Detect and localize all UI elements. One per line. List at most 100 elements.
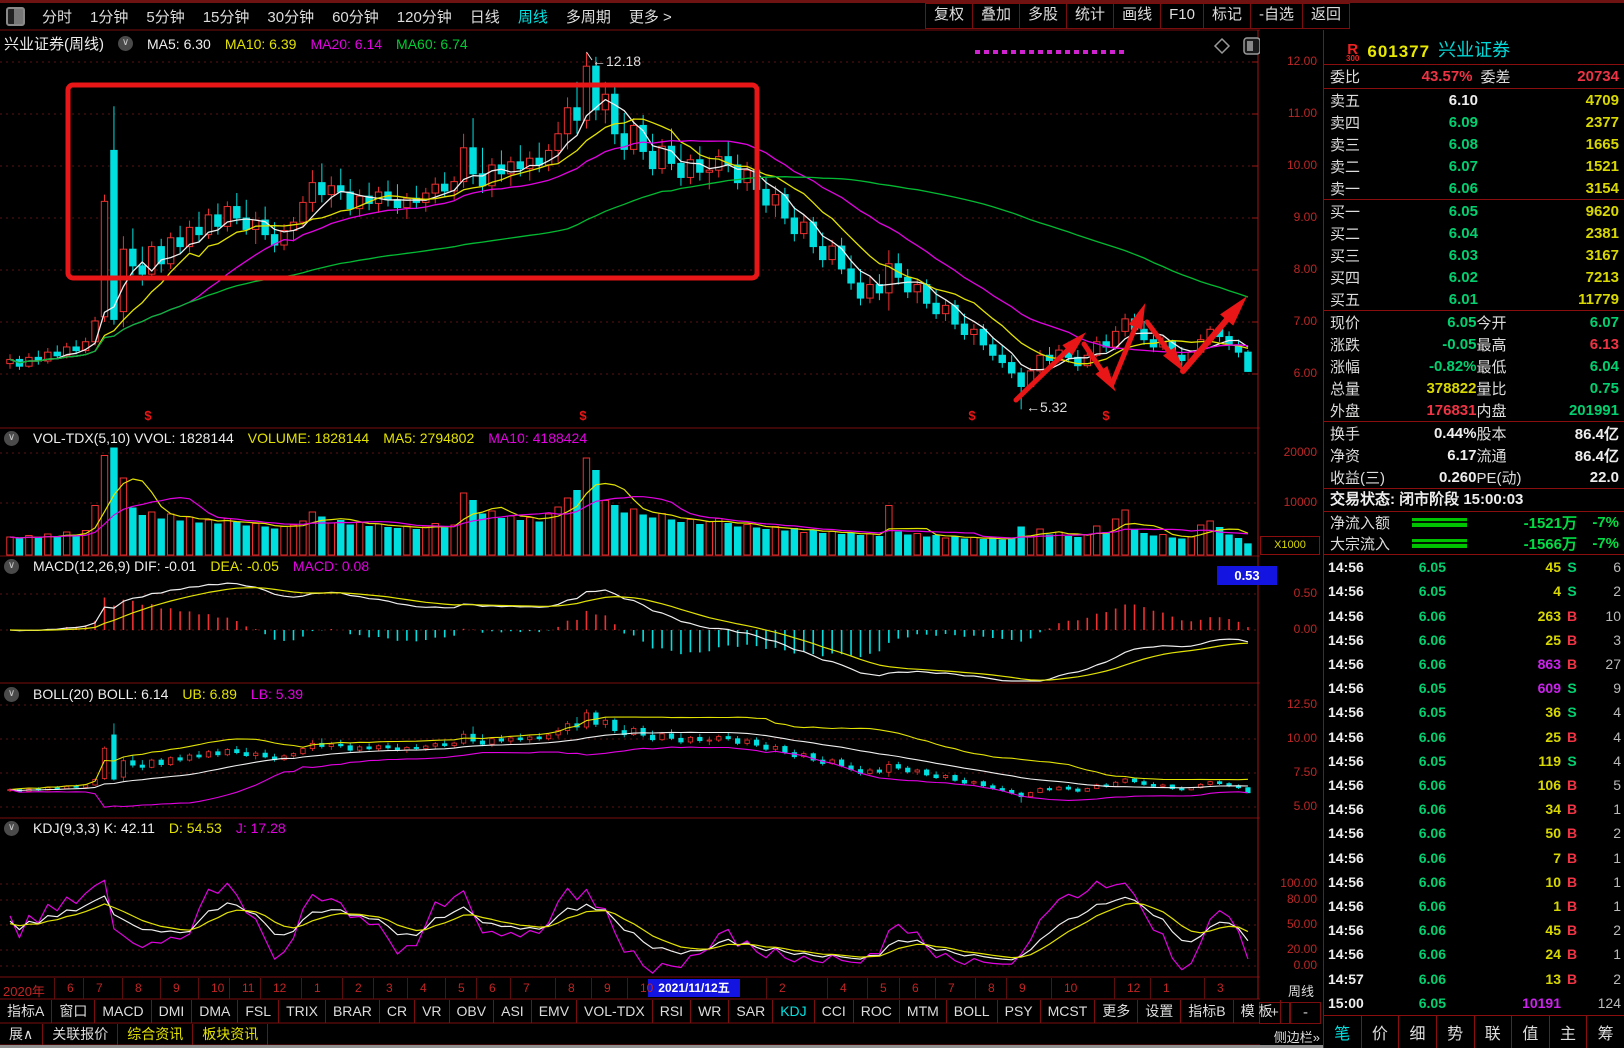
indicator-tab[interactable]: EMV bbox=[532, 1000, 578, 1023]
flow-value: -1521万 bbox=[1523, 515, 1577, 532]
tick-volume: 34 bbox=[1545, 801, 1561, 818]
order-volume: 1521 bbox=[1585, 157, 1619, 175]
stat-row: 收益(三) 0.260 PE(动) 22.0 bbox=[1324, 466, 1624, 488]
indicator-tab[interactable]: VR bbox=[415, 1000, 450, 1023]
stat-row: 涨幅 -0.82% 最低 6.04 bbox=[1324, 355, 1624, 377]
stat-label: 总量 bbox=[1330, 380, 1361, 398]
month-divider bbox=[1114, 978, 1115, 999]
indicator-tab[interactable]: RSI bbox=[653, 1000, 692, 1023]
month-label: 9 bbox=[604, 981, 611, 995]
stat-value: 6.07 bbox=[1589, 313, 1619, 331]
sidebar-toggle[interactable]: 侧边栏» bbox=[1274, 1027, 1320, 1046]
tick-price: 6.06 bbox=[1418, 946, 1446, 963]
tick-tab[interactable]: 值 bbox=[1512, 1016, 1550, 1048]
stat-value: -0.05 bbox=[1442, 335, 1477, 353]
tick-tab[interactable]: 主 bbox=[1550, 1016, 1588, 1048]
trade-tick-row: 14:56 6.05 45 S 6 bbox=[1324, 555, 1624, 579]
indicator-tab[interactable]: 模 板 bbox=[1234, 1000, 1281, 1023]
chevron-down-icon[interactable]: ∨ bbox=[4, 820, 19, 836]
order-price: 6.05 bbox=[1448, 202, 1478, 220]
tick-price: 6.05 bbox=[1418, 559, 1446, 576]
indicator-tab[interactable]: 更多 bbox=[1095, 1000, 1139, 1023]
bottom-bar-item[interactable]: 板块资讯 bbox=[193, 1024, 269, 1045]
indicator-tab[interactable]: FSL bbox=[238, 1000, 280, 1023]
chart-canvas[interactable]: $ $ $ $ ←12.18 ←5.32 bbox=[0, 0, 1260, 1048]
stat-label: 流通 bbox=[1476, 447, 1507, 465]
indicator-tab[interactable]: CR bbox=[380, 1000, 416, 1023]
tick-tab[interactable]: 势 bbox=[1437, 1016, 1475, 1048]
indicator-tab[interactable]: KDJ bbox=[773, 1000, 815, 1023]
tick-volume: 45 bbox=[1545, 559, 1561, 576]
order-book-row: 卖三 6.08 1665 bbox=[1324, 133, 1624, 155]
indicator-tab[interactable]: MTM bbox=[900, 1000, 947, 1023]
flow-percent: -7% bbox=[1592, 535, 1619, 552]
tick-tab[interactable]: 价 bbox=[1362, 1016, 1400, 1048]
tick-volume: 609 bbox=[1537, 680, 1561, 697]
chevron-down-icon[interactable]: ∨ bbox=[4, 558, 19, 574]
svg-text:←12.18: ←12.18 bbox=[592, 53, 641, 69]
indicator-tab[interactable]: SAR bbox=[729, 1000, 774, 1023]
stat-label: 外盘 bbox=[1330, 402, 1361, 420]
tick-flag: S bbox=[1567, 680, 1577, 697]
bottom-bar-item[interactable]: 展∧ bbox=[0, 1024, 44, 1045]
indicator-tab[interactable]: TRIX bbox=[279, 1000, 326, 1023]
month-divider bbox=[122, 978, 123, 999]
indicator-tab[interactable]: MACD bbox=[95, 1000, 152, 1023]
trade-tick-row: 14:56 6.06 863 B 27 bbox=[1324, 652, 1624, 676]
indicator-tab[interactable]: 设置 bbox=[1138, 1000, 1182, 1023]
indicator-tab[interactable]: ASI bbox=[494, 1000, 532, 1023]
axis-tick-label: 9.00 bbox=[1293, 210, 1317, 224]
stat-row: 外盘 176831 内盘 201991 bbox=[1324, 399, 1624, 421]
month-divider bbox=[510, 978, 511, 999]
trade-tick-row: 15:00 6.05 10191 124 bbox=[1324, 991, 1624, 1015]
tick-count: 4 bbox=[1613, 752, 1621, 769]
stat-label: 涨幅 bbox=[1330, 358, 1361, 376]
order-price: 6.03 bbox=[1448, 246, 1478, 264]
tick-tab[interactable]: 筹 bbox=[1587, 1016, 1624, 1048]
indicator-tab[interactable]: ROC bbox=[854, 1000, 900, 1023]
chevron-down-icon[interactable]: ∨ bbox=[4, 430, 19, 446]
stat-value: 22.0 bbox=[1589, 468, 1619, 486]
order-level-label: 买四 bbox=[1330, 269, 1361, 287]
tick-time: 14:56 bbox=[1328, 728, 1364, 745]
month-divider bbox=[445, 978, 446, 999]
bottom-bar-item[interactable]: 关联报价 bbox=[43, 1024, 119, 1045]
top-tool-button[interactable]: 返回 bbox=[1303, 4, 1349, 28]
tick-tab[interactable]: 联 bbox=[1475, 1016, 1513, 1048]
indicator-tab[interactable]: OBV bbox=[450, 1000, 495, 1023]
tick-flag: B bbox=[1566, 849, 1578, 866]
tick-tab[interactable]: 笔 bbox=[1324, 1016, 1362, 1048]
indicator-tab[interactable]: 指标B bbox=[1181, 1000, 1234, 1023]
month-label: 3 bbox=[1217, 981, 1224, 995]
order-level-label: 买一 bbox=[1330, 203, 1361, 221]
order-volume: 3154 bbox=[1585, 179, 1619, 197]
indicator-tab[interactable]: BRAR bbox=[326, 1000, 380, 1023]
chevron-down-icon[interactable]: ∨ bbox=[4, 686, 19, 702]
indicator-tab[interactable]: WR bbox=[691, 1000, 730, 1023]
chevron-down-icon[interactable]: ∨ bbox=[118, 36, 133, 51]
axis-tick-label: 20000 bbox=[1283, 445, 1317, 459]
bottom-bar: 展∧ 关联报价 综合资讯 板块资讯 bbox=[0, 1024, 1258, 1045]
zoom-out-button[interactable]: - bbox=[1290, 1002, 1321, 1024]
indicator-tab[interactable]: 窗口 bbox=[52, 1000, 96, 1023]
order-volume: 2381 bbox=[1585, 224, 1619, 242]
tick-flag: B bbox=[1566, 897, 1578, 914]
indicator-tab[interactable]: VOL-TDX bbox=[577, 1000, 653, 1023]
tick-time: 14:56 bbox=[1328, 897, 1364, 914]
month-label: 2 bbox=[779, 981, 786, 995]
indicator-tab[interactable]: DMI bbox=[152, 1000, 193, 1023]
axis-tick-label: 80.00 bbox=[1286, 892, 1317, 906]
tick-tab[interactable]: 细 bbox=[1399, 1016, 1437, 1048]
indicator-tab[interactable]: MCST bbox=[1041, 1000, 1096, 1023]
stat-label: 收益(三) bbox=[1330, 469, 1385, 487]
stat-row: 涨跌 -0.05 最高 6.13 bbox=[1324, 333, 1624, 355]
indicator-tab[interactable]: CCI bbox=[815, 1000, 854, 1023]
tick-count: 2 bbox=[1613, 970, 1621, 987]
tick-price: 6.06 bbox=[1418, 970, 1446, 987]
indicator-tab[interactable]: 指标A bbox=[0, 1000, 53, 1023]
month-label: 9 bbox=[1019, 981, 1026, 995]
indicator-tab[interactable]: PSY bbox=[998, 1000, 1041, 1023]
indicator-tab[interactable]: BOLL bbox=[947, 1000, 998, 1023]
indicator-tab[interactable]: DMA bbox=[192, 1000, 239, 1023]
bottom-bar-item[interactable]: 综合资讯 bbox=[118, 1024, 194, 1045]
